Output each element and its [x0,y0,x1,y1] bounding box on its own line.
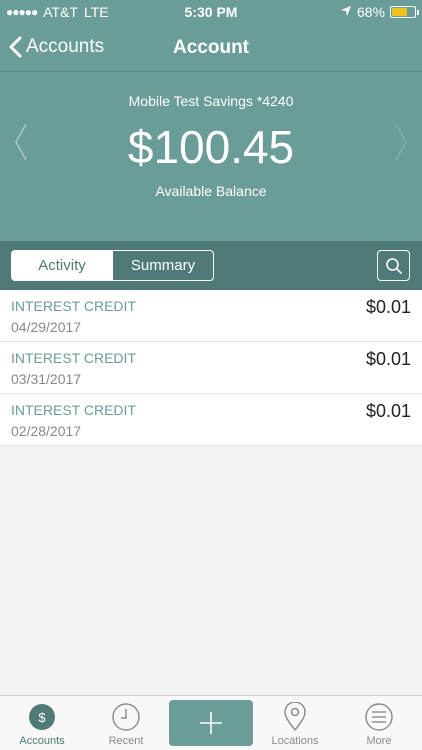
transaction-description: INTEREST CREDIT [11,298,136,314]
menu-icon [363,701,395,733]
battery-icon [390,6,419,18]
search-button[interactable] [377,250,410,281]
plus-icon [200,712,222,734]
account-name: Mobile Test Savings *4240 [128,93,294,109]
transaction-row[interactable]: INTEREST CREDIT 03/31/2017 $0.01 [0,342,422,394]
transaction-date: 04/29/2017 [11,319,82,335]
tab-more[interactable]: More [337,696,421,750]
tab-summary[interactable]: Summary [112,251,213,280]
search-icon [385,257,402,274]
available-balance-label: Available Balance [155,183,267,199]
nav-bar: Accounts Account [0,24,422,72]
tab-accounts-label: Accounts [19,735,65,747]
account-header: ●●●●● AT&T LTE 5:30 PM 68% Accounts Acco… [0,0,422,241]
transaction-list: INTEREST CREDIT 04/29/2017 $0.01 INTERES… [0,290,422,446]
transaction-amount: $0.01 [365,349,411,369]
transaction-row[interactable]: INTEREST CREDIT 02/28/2017 $0.01 [0,394,422,446]
transaction-amount: $0.01 [365,297,411,317]
svg-text:$: $ [38,710,46,725]
status-bar: ●●●●● AT&T LTE 5:30 PM 68% [0,0,422,24]
transaction-description: INTEREST CREDIT [11,350,136,366]
tab-locations[interactable]: Locations [253,696,337,750]
tab-recent-label: Recent [108,735,144,747]
bottom-tab-bar: $ Accounts Recent Locations More [0,695,422,750]
transaction-date: 03/31/2017 [11,371,82,387]
clock-icon [110,701,142,733]
location-pin-icon [279,701,311,733]
transaction-row[interactable]: INTEREST CREDIT 04/29/2017 $0.01 [0,290,422,342]
available-balance-amount: $100.45 [127,121,295,173]
transaction-date: 02/28/2017 [11,423,82,439]
page-title: Account [173,37,249,58]
transaction-description: INTEREST CREDIT [11,402,136,418]
dollar-icon: $ [26,701,58,733]
battery-percent: 68% [356,4,385,20]
tab-recent[interactable]: Recent [84,696,168,750]
tab-more-label: More [366,735,392,747]
tab-locations-label: Locations [271,735,319,747]
segment-bar: Activity Summary [0,241,422,290]
transaction-amount: $0.01 [365,401,411,421]
location-arrow-icon [340,4,352,20]
tab-accounts[interactable]: $ Accounts [0,696,84,750]
next-account-arrow-icon[interactable] [394,122,408,167]
tab-activity[interactable]: Activity [12,251,112,280]
add-button[interactable] [169,700,253,746]
view-segmented-control: Activity Summary [11,250,214,281]
